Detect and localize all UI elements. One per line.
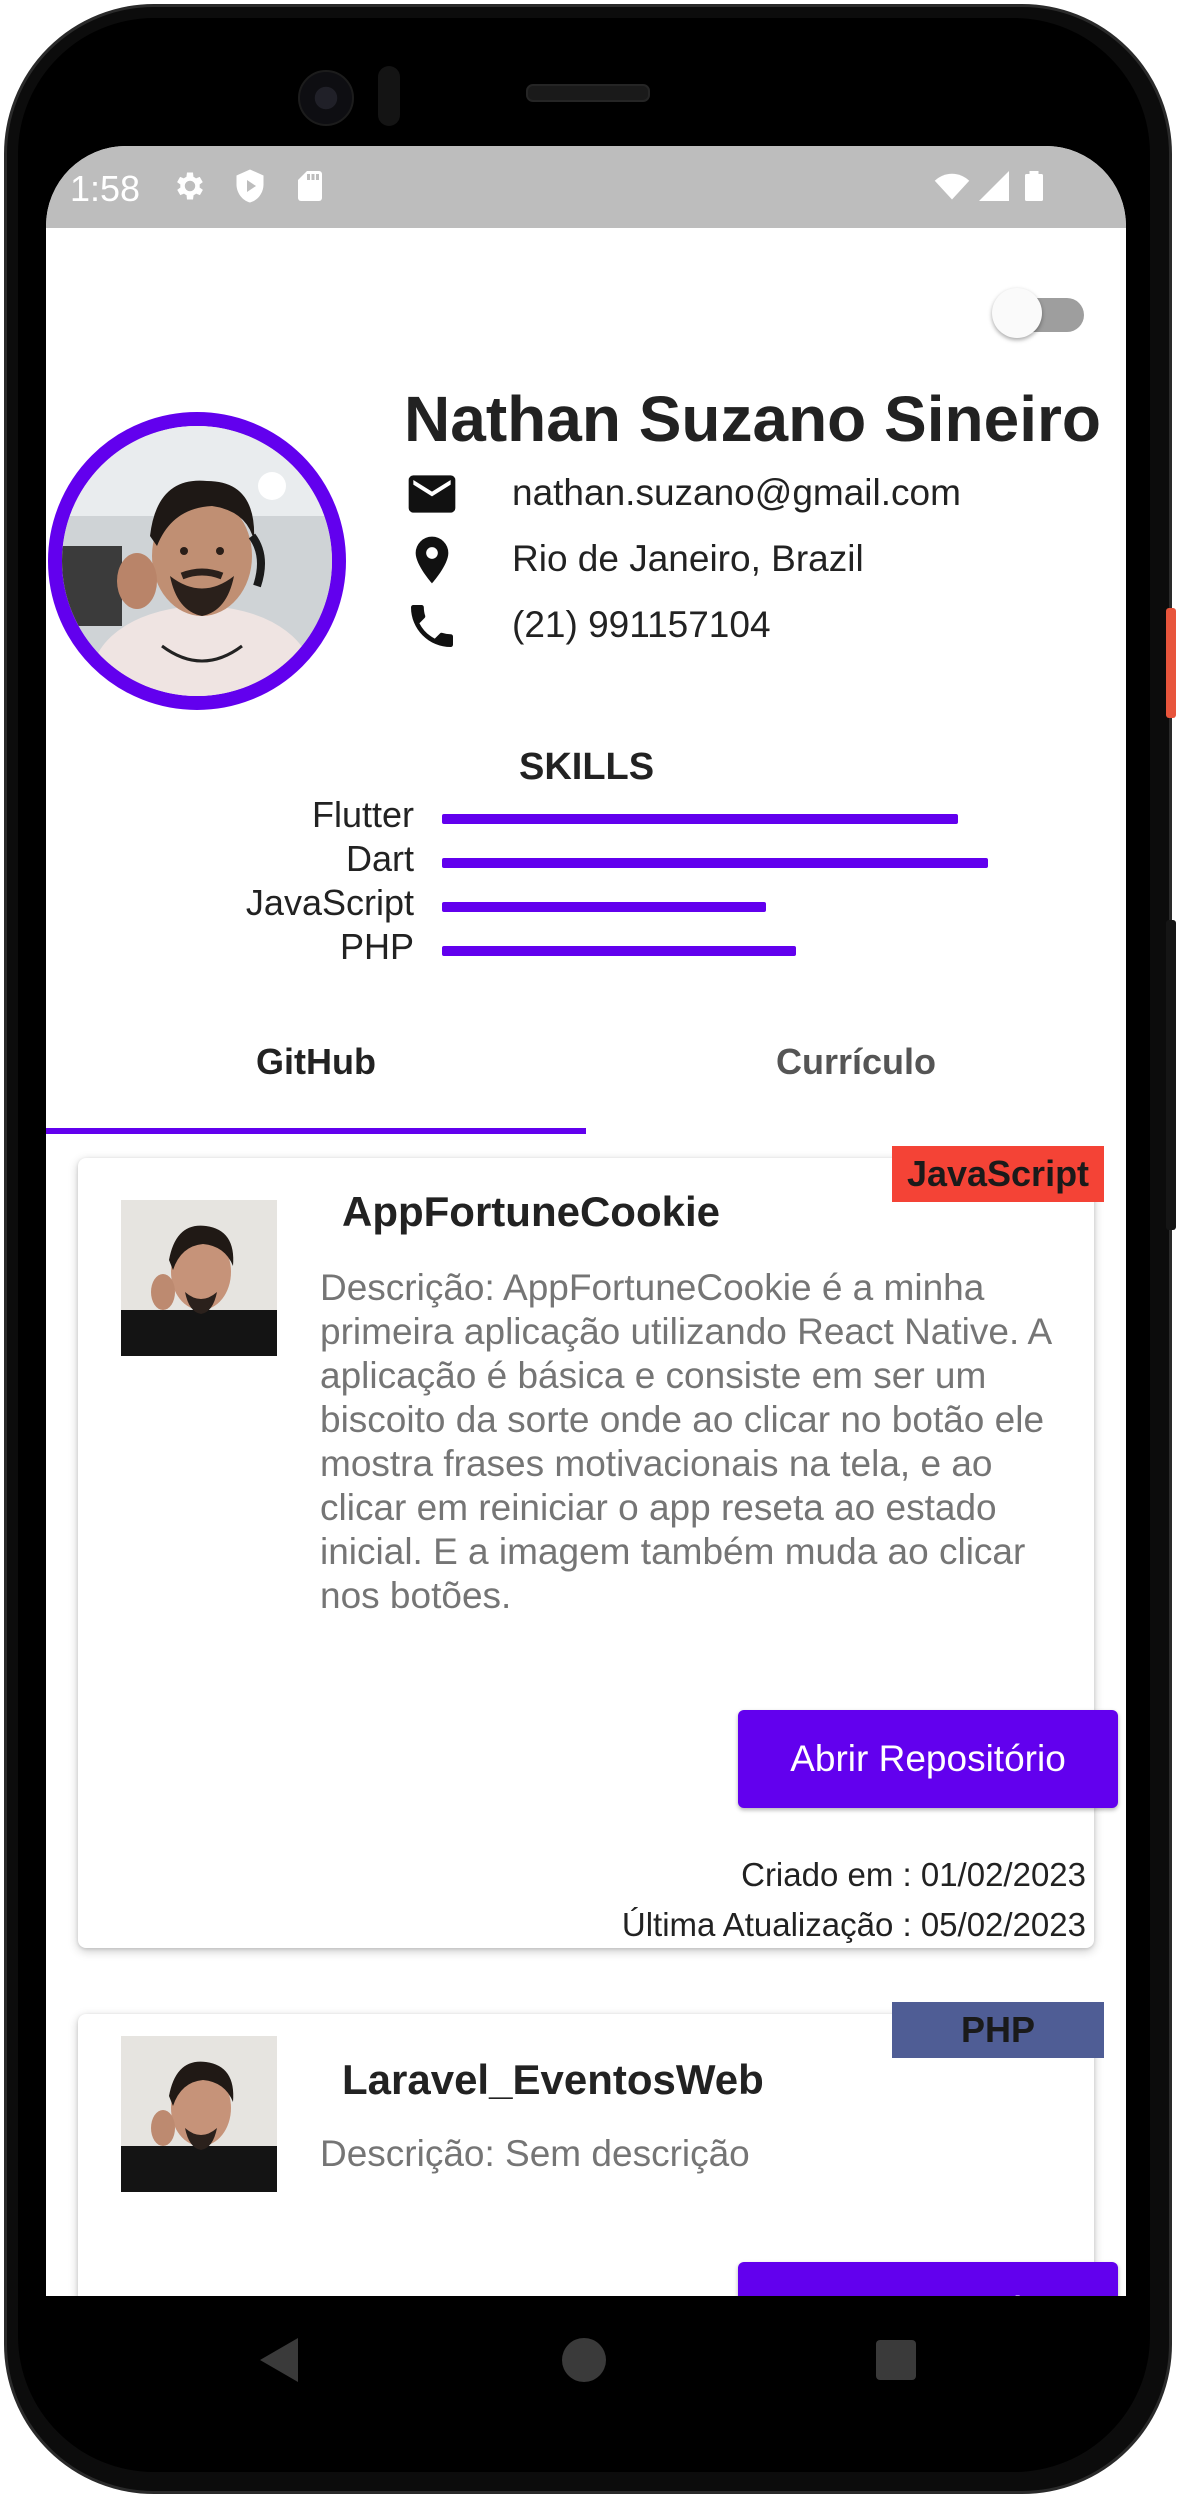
repo-created-date: Criado em : 01/02/2023 xyxy=(741,1856,1086,1893)
system-navigation-bar xyxy=(46,2296,1126,2416)
home-icon[interactable] xyxy=(562,2338,606,2382)
skill-label: JavaScript xyxy=(245,882,414,923)
location-pin-icon xyxy=(415,536,449,584)
battery-icon xyxy=(1025,171,1043,201)
email-icon xyxy=(408,475,456,513)
repo-title: AppFortuneCookie xyxy=(342,1188,720,1235)
tab-bar: GitHub Currículo xyxy=(46,1006,1126,1136)
toggle-thumb xyxy=(992,288,1042,338)
repo-updated-date: Última Atualização : 05/02/2023 xyxy=(621,1906,1086,1943)
skill-label: Flutter xyxy=(311,794,414,835)
proximity-sensor xyxy=(378,66,400,126)
phone-icon xyxy=(411,605,453,647)
open-repository-button[interactable]: Abrir Repositório xyxy=(738,2262,1118,2296)
email-row: nathan.suzano@gmail.com xyxy=(404,466,1104,522)
profile-photo xyxy=(62,426,332,696)
status-bar: 1:58 xyxy=(46,146,1126,228)
phone-row: (21) 991157104 xyxy=(404,598,1104,654)
tab-indicator xyxy=(46,1128,586,1134)
language-badge: JavaScript xyxy=(892,1146,1104,1202)
owner-photo xyxy=(121,2036,277,2192)
tab-github[interactable]: GitHub xyxy=(46,1006,586,1136)
skills-title: SKILLS xyxy=(519,746,655,788)
repo-description: Descrição: Sem descrição xyxy=(320,2133,750,2174)
location-row: Rio de Janeiro, Brazil xyxy=(404,532,1104,588)
volume-button xyxy=(1166,920,1176,1230)
location-text: Rio de Janeiro, Brazil xyxy=(512,538,864,579)
front-camera xyxy=(298,70,354,126)
earpiece-speaker xyxy=(526,84,650,102)
skill-bar xyxy=(442,902,766,912)
theme-toggle-switch[interactable] xyxy=(992,286,1092,340)
wifi-icon xyxy=(934,173,970,200)
status-time: 1:58 xyxy=(70,168,141,209)
recent-apps-icon[interactable] xyxy=(876,2340,916,2380)
skill-bar xyxy=(442,858,988,868)
owner-photo xyxy=(121,1200,277,1356)
phone-text: (21) 991157104 xyxy=(512,604,771,645)
power-button xyxy=(1166,608,1176,718)
repo-owner-avatar xyxy=(121,2036,277,2192)
open-repository-button[interactable]: Abrir Repositório xyxy=(738,1710,1118,1808)
tab-curriculo[interactable]: Currículo xyxy=(586,1006,1126,1136)
settings-icon xyxy=(177,172,203,200)
sd-card-icon xyxy=(298,171,322,201)
shield-play-icon xyxy=(236,169,264,203)
profile-avatar xyxy=(48,412,346,710)
phone-frame: 1:58 Nathan Suzano Sineiro nathan.suzano… xyxy=(0,0,1178,2498)
repo-owner-avatar xyxy=(121,1200,277,1356)
app-screen: 1:58 Nathan Suzano Sineiro nathan.suzano… xyxy=(46,146,1126,2296)
profile-name: Nathan Suzano Sineiro xyxy=(404,383,1101,455)
email-text: nathan.suzano@gmail.com xyxy=(512,472,961,513)
skill-label: PHP xyxy=(339,926,414,967)
skill-bar xyxy=(442,946,796,956)
skill-bar xyxy=(442,814,958,824)
language-badge: PHP xyxy=(892,2002,1104,2058)
back-icon[interactable] xyxy=(260,2338,298,2382)
skill-label: Dart xyxy=(345,838,414,879)
repo-title: Laravel_EventosWeb xyxy=(342,2056,764,2103)
repo-description: Descrição: AppFortuneCookie é a minha pr… xyxy=(320,1267,1051,1616)
repo-card: AppFortuneCookie Descrição: AppFortuneCo… xyxy=(78,1158,1118,1948)
signal-icon xyxy=(979,171,1009,201)
